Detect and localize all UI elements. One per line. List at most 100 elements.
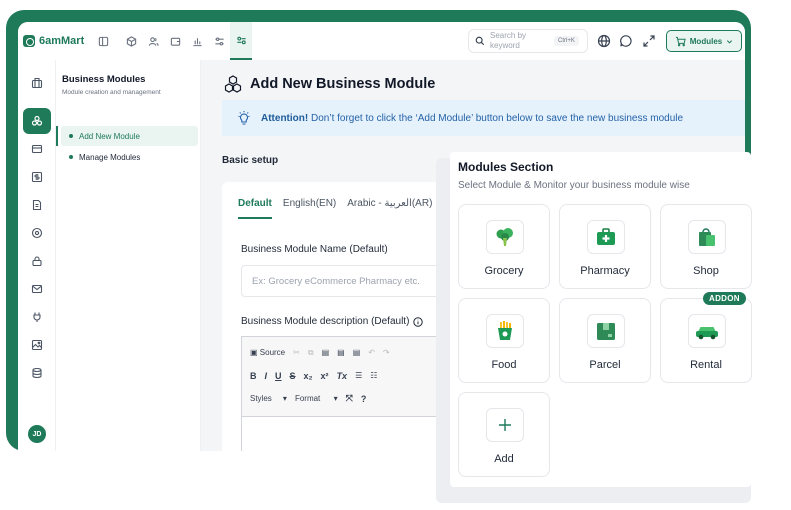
rail-dollar-icon[interactable] — [26, 166, 48, 188]
copy-icon[interactable]: ⧉ — [308, 348, 314, 358]
submenu-item-manage-modules[interactable]: Manage Modules — [61, 147, 198, 167]
rail-mail-icon[interactable] — [26, 278, 48, 300]
rail-database-icon[interactable] — [26, 362, 48, 384]
alert-text: Attention! Don’t forget to click the ‘Ad… — [261, 113, 683, 124]
app-logo[interactable]: 6amMart — [23, 35, 84, 47]
module-name-label: Business Module Name (Default) — [241, 244, 388, 255]
box-icon[interactable] — [120, 22, 142, 60]
expand-icon[interactable] — [642, 34, 656, 48]
fries-icon — [486, 314, 524, 348]
submenu-title: Business Modules — [62, 74, 146, 85]
submenu-item-add-new-module[interactable]: Add New Module — [56, 126, 198, 146]
submenu-item-label: Manage Modules — [79, 152, 141, 162]
user-avatar[interactable]: JD — [28, 425, 46, 443]
search-placeholder: Search by keyword — [490, 31, 527, 50]
module-card-pharmacy[interactable]: Pharmacy — [559, 204, 651, 289]
rail-settings-icon[interactable] — [26, 222, 48, 244]
section-label: Basic setup — [222, 155, 279, 166]
rail-modules-icon[interactable] — [23, 108, 51, 134]
styles-dropdown[interactable]: Styles ▾ — [250, 394, 287, 403]
description-label: Business Module description (Default) — [241, 316, 424, 327]
shopping-bag-icon — [688, 220, 726, 254]
module-label: Food — [491, 359, 517, 371]
search-shortcut: Ctrl+K — [554, 36, 579, 46]
module-card-rental[interactable]: ADDON Rental — [660, 292, 752, 383]
paste-word-icon[interactable]: ▤ — [353, 348, 361, 357]
bold-icon[interactable]: B — [250, 371, 257, 381]
addon-badge: ADDON — [703, 292, 746, 305]
car-icon — [688, 314, 726, 348]
cut-icon[interactable]: ✂ — [293, 348, 300, 357]
globe-icon[interactable] — [597, 34, 611, 48]
broccoli-icon — [486, 220, 524, 254]
add-module-card[interactable]: Add — [458, 392, 550, 477]
help-icon[interactable]: ? — [361, 394, 367, 404]
modules-dropdown-button[interactable]: Modules — [666, 30, 742, 52]
redo-icon[interactable]: ↷ — [383, 348, 390, 357]
top-bar: 6amMart Search by keyword Ctrl+K Modules — [18, 22, 745, 60]
modules-section-title: Modules Section — [458, 160, 554, 174]
alert-strong: Attention! — [261, 112, 309, 124]
format-label: Format — [294, 394, 321, 403]
modules-settings-icon[interactable] — [230, 22, 253, 60]
cubes-icon — [224, 75, 242, 93]
module-name-placeholder: Ex: Grocery eCommerce Pharmacy etc. — [252, 275, 420, 287]
rail-dashboard-icon[interactable] — [26, 72, 48, 94]
paste-icon[interactable]: ▤ — [322, 348, 330, 357]
module-card-grocery[interactable]: Grocery — [458, 204, 550, 289]
tab-english[interactable]: English(EN) — [283, 198, 336, 219]
plus-icon — [486, 408, 524, 442]
rail-plug-icon[interactable] — [26, 306, 48, 328]
module-label: Pharmacy — [580, 265, 630, 277]
superscript-icon[interactable]: x² — [321, 371, 329, 381]
remove-format-icon[interactable]: Tx — [337, 371, 348, 381]
submenu-subtitle: Module creation and management — [62, 89, 161, 96]
users-icon[interactable] — [142, 22, 164, 60]
italic-icon[interactable]: I — [265, 371, 268, 381]
strikethrough-icon[interactable]: S — [290, 371, 296, 381]
logo-icon — [23, 35, 35, 47]
chart-icon[interactable] — [186, 22, 208, 60]
module-card-shop[interactable]: Shop — [660, 204, 752, 289]
format-dropdown[interactable]: Format ▾ — [295, 394, 338, 403]
numbered-list-icon[interactable]: ☰ — [355, 371, 362, 380]
bulleted-list-icon[interactable]: ☷ — [370, 371, 377, 380]
modules-button-label: Modules — [689, 36, 723, 46]
subscript-icon[interactable]: x₂ — [304, 371, 313, 381]
module-card-food[interactable]: Food — [458, 298, 550, 383]
rail-card-icon[interactable] — [26, 138, 48, 160]
paste-text-icon[interactable]: ▤ — [337, 348, 345, 357]
undo-icon[interactable]: ↶ — [368, 348, 375, 357]
rail-lock-icon[interactable] — [26, 250, 48, 272]
alert-message: Don’t forget to click the ‘Add Module’ b… — [308, 112, 684, 124]
submenu-panel: Business Modules Module creation and man… — [56, 60, 201, 451]
icon-rail: JD — [18, 60, 56, 451]
bullet-dot — [69, 134, 73, 138]
underline-icon[interactable]: U — [275, 371, 282, 381]
lightbulb-icon — [238, 111, 250, 125]
chat-icon[interactable] — [619, 34, 633, 48]
chevron-down-icon — [727, 39, 733, 44]
module-label: Grocery — [484, 265, 524, 277]
wallet-icon[interactable] — [164, 22, 186, 60]
sidebar-toggle-icon[interactable] — [92, 22, 114, 60]
rail-image-icon[interactable] — [26, 334, 48, 356]
maximize-icon[interactable]: ⤧ — [346, 393, 353, 404]
styles-label: Styles — [250, 394, 272, 403]
medical-kit-icon — [587, 220, 625, 254]
submenu-item-label: Add New Module — [79, 131, 140, 141]
page-title: Add New Business Module — [223, 74, 435, 94]
modules-section-panel: Modules Section Select Module & Monitor … — [450, 152, 752, 487]
info-icon[interactable] — [413, 316, 424, 327]
tab-arabic[interactable]: Arabic - العربية(AR) — [347, 198, 432, 219]
parcel-box-icon — [587, 314, 625, 348]
search-input[interactable]: Search by keyword Ctrl+K — [468, 29, 588, 53]
sliders-icon[interactable] — [208, 22, 230, 60]
cart-icon — [675, 36, 686, 46]
rail-document-icon[interactable] — [26, 194, 48, 216]
source-button[interactable]: ▣ Source — [250, 348, 285, 357]
module-card-parcel[interactable]: Parcel — [559, 298, 651, 383]
bullet-dot — [69, 155, 73, 159]
tab-default[interactable]: Default — [238, 198, 272, 219]
modules-section-subtitle: Select Module & Monitor your business mo… — [458, 180, 690, 191]
